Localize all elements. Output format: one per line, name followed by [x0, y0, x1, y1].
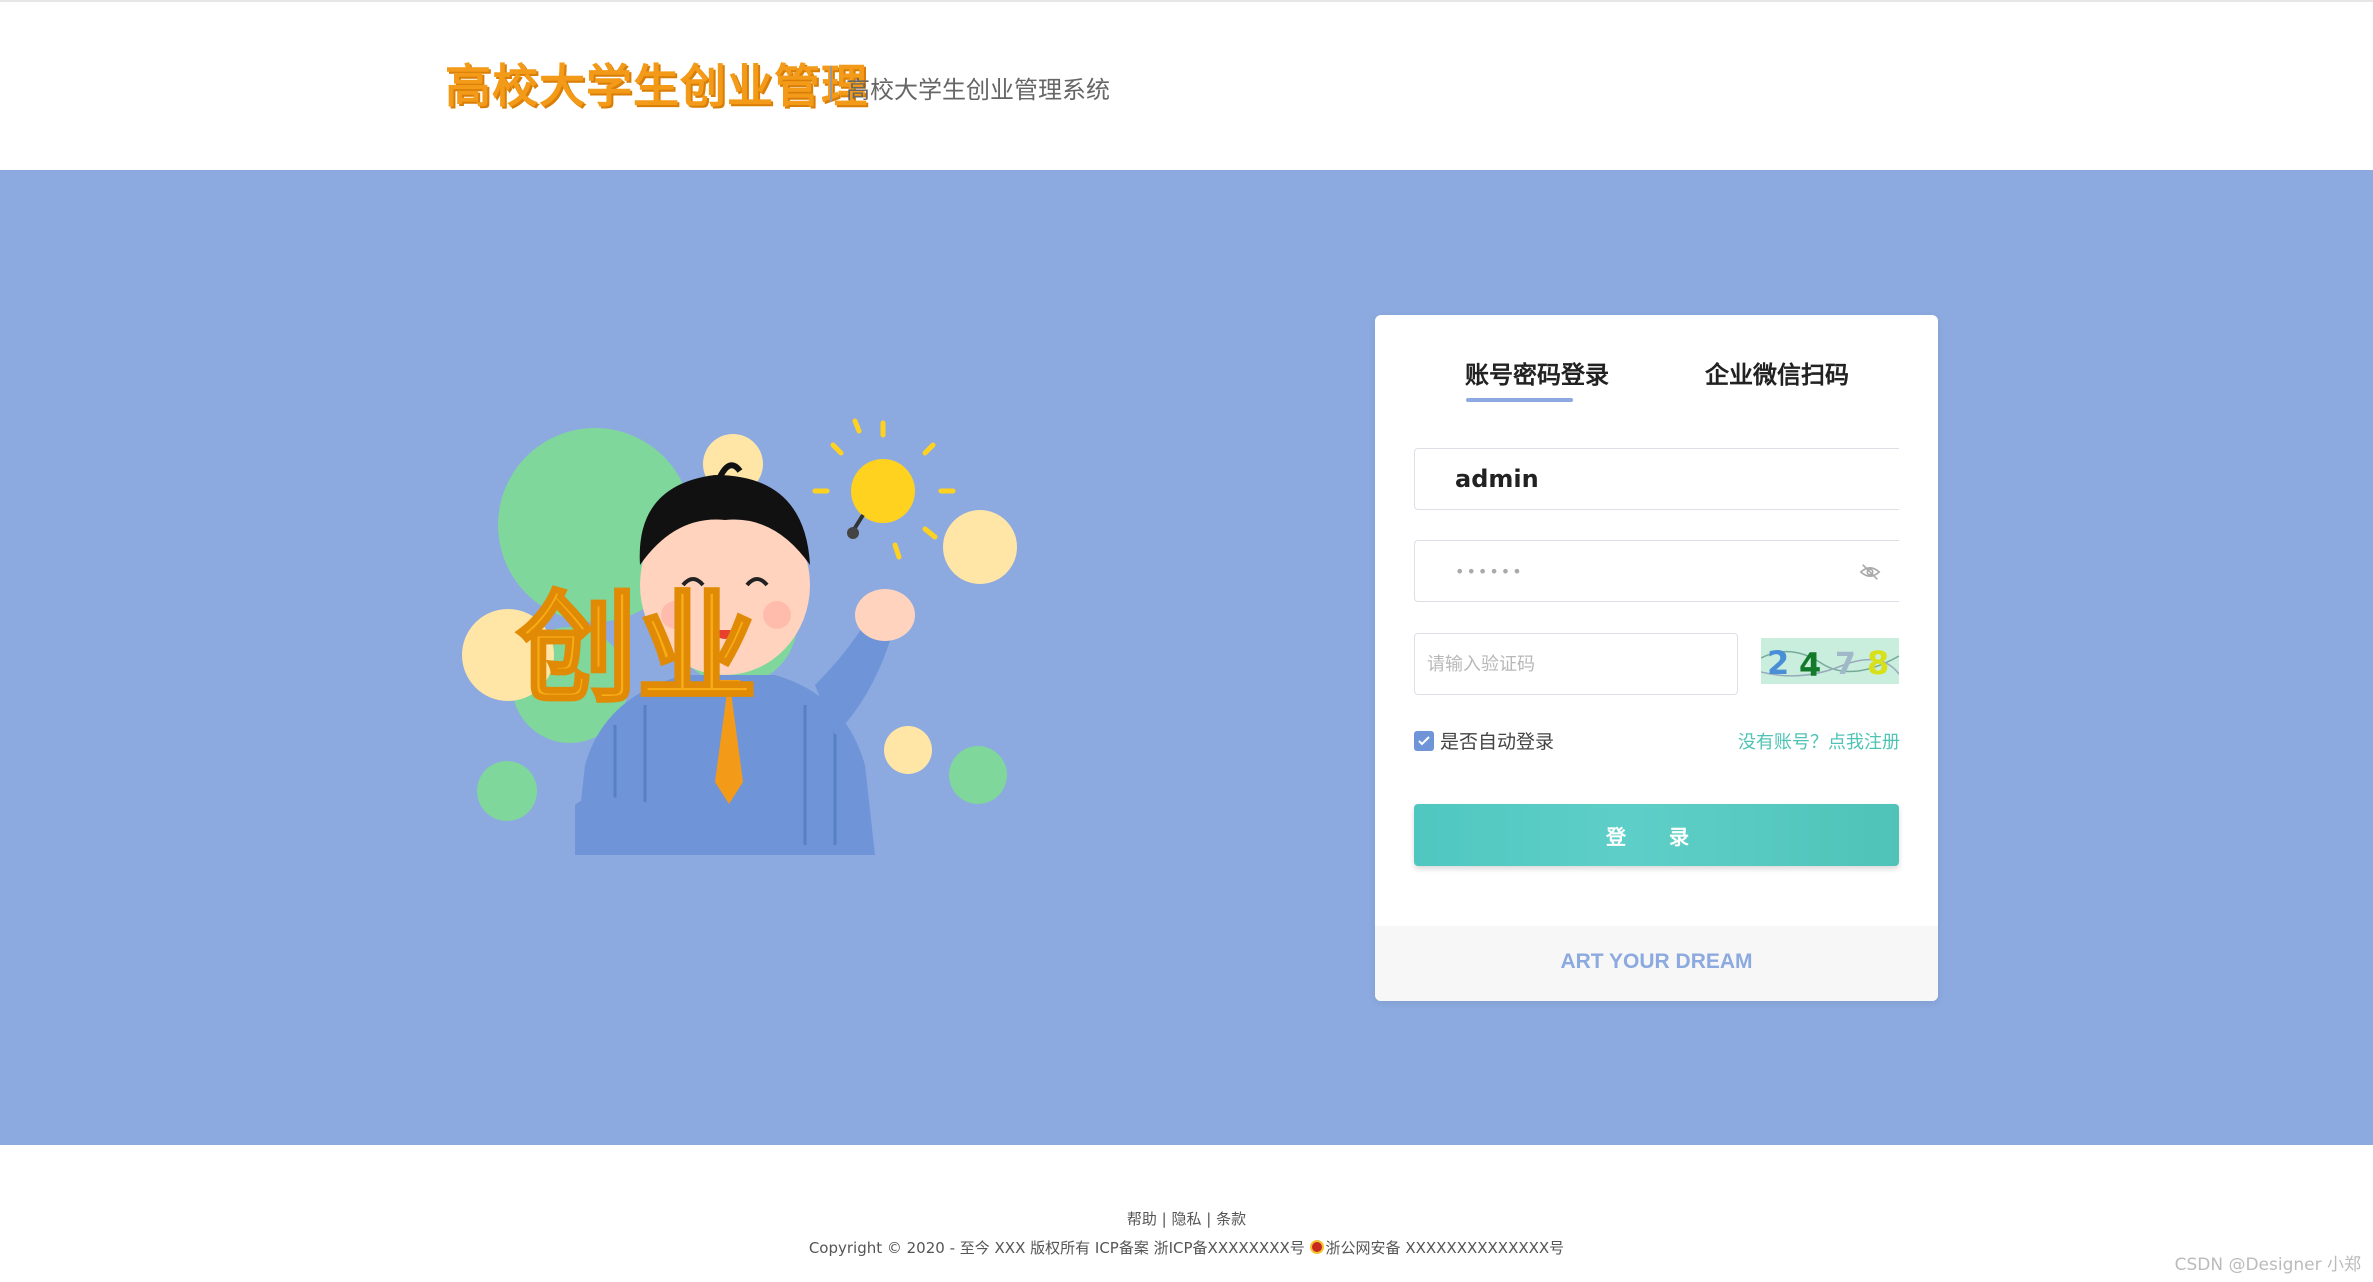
header: 高校大学生创业管理 高校大学生创业管理系统: [0, 0, 2373, 170]
entrepreneur-illustration: 创业: [462, 418, 1017, 855]
captcha-field: [1414, 633, 1738, 695]
footer-link-privacy[interactable]: 隐私: [1171, 1210, 1201, 1228]
captcha-digit: 8: [1867, 644, 1889, 682]
bg-circle-yellow-right: [943, 510, 1017, 584]
password-field: [1414, 540, 1899, 602]
card-footer: ART YOUR DREAM: [1375, 926, 1938, 1001]
footer-link-terms[interactable]: 条款: [1216, 1210, 1246, 1228]
auto-login-checkbox[interactable]: [1414, 730, 1434, 751]
bg-circle-yellow-small: [884, 726, 932, 774]
captcha-digit: 2: [1767, 644, 1789, 682]
register-link[interactable]: 没有账号？点我注册: [1738, 728, 1900, 754]
person-fist: [855, 589, 915, 641]
eye-off-icon[interactable]: [1859, 561, 1881, 583]
main-banner: 创业 账号密码登录 企业微信扫码 2 4 7 8: [0, 170, 2373, 1145]
bg-circle-green-small: [477, 761, 537, 821]
captcha-digit: 7: [1835, 647, 1856, 682]
login-card: 账号密码登录 企业微信扫码 2 4 7 8: [1375, 315, 1938, 1001]
header-separator: [830, 66, 832, 102]
auto-login-label: 是否自动登录: [1440, 731, 1555, 753]
footer-copyright: Copyright © 2020 - 至今 XXX 版权所有 ICP备案 浙IC…: [0, 1237, 2373, 1258]
check-icon: [1418, 735, 1430, 745]
lightbulb-icon: [812, 418, 956, 560]
login-button[interactable]: 登 录: [1414, 804, 1899, 866]
active-tab-indicator: [1466, 398, 1573, 402]
footer-links: 帮助 | 隐私 | 条款: [1126, 1210, 1247, 1228]
password-input[interactable]: [1415, 541, 1899, 601]
bg-circle-green-right-small: [949, 746, 1007, 804]
site-logo[interactable]: 高校大学生创业管理: [445, 50, 868, 116]
police-record-link[interactable]: 浙公网安备 XXXXXXXXXXXXXX号: [1326, 1239, 1565, 1257]
captcha-image[interactable]: 2 4 7 8: [1761, 638, 1899, 684]
captcha-input[interactable]: [1415, 634, 1737, 694]
card-slogan: ART YOUR DREAM: [1560, 950, 1753, 973]
footer-link-help[interactable]: 帮助: [1127, 1210, 1157, 1228]
tab-password-login[interactable]: 账号密码登录: [1465, 355, 1609, 390]
site-subtitle: 高校大学生创业管理系统: [846, 76, 1110, 104]
watermark: CSDN @Designer 小郑: [2174, 1255, 2361, 1275]
police-badge-icon: [1309, 1240, 1324, 1254]
copyright-text: Copyright © 2020 - 至今 XXX 版权所有 ICP备案 浙IC…: [808, 1239, 1305, 1257]
tab-wechat-scan[interactable]: 企业微信扫码: [1705, 355, 1849, 390]
illustration-text: 创业: [517, 580, 757, 719]
captcha-digit: 4: [1799, 646, 1821, 684]
username-input[interactable]: [1415, 449, 1899, 509]
username-field: [1414, 448, 1899, 510]
auto-login-option[interactable]: 是否自动登录: [1414, 727, 1554, 754]
